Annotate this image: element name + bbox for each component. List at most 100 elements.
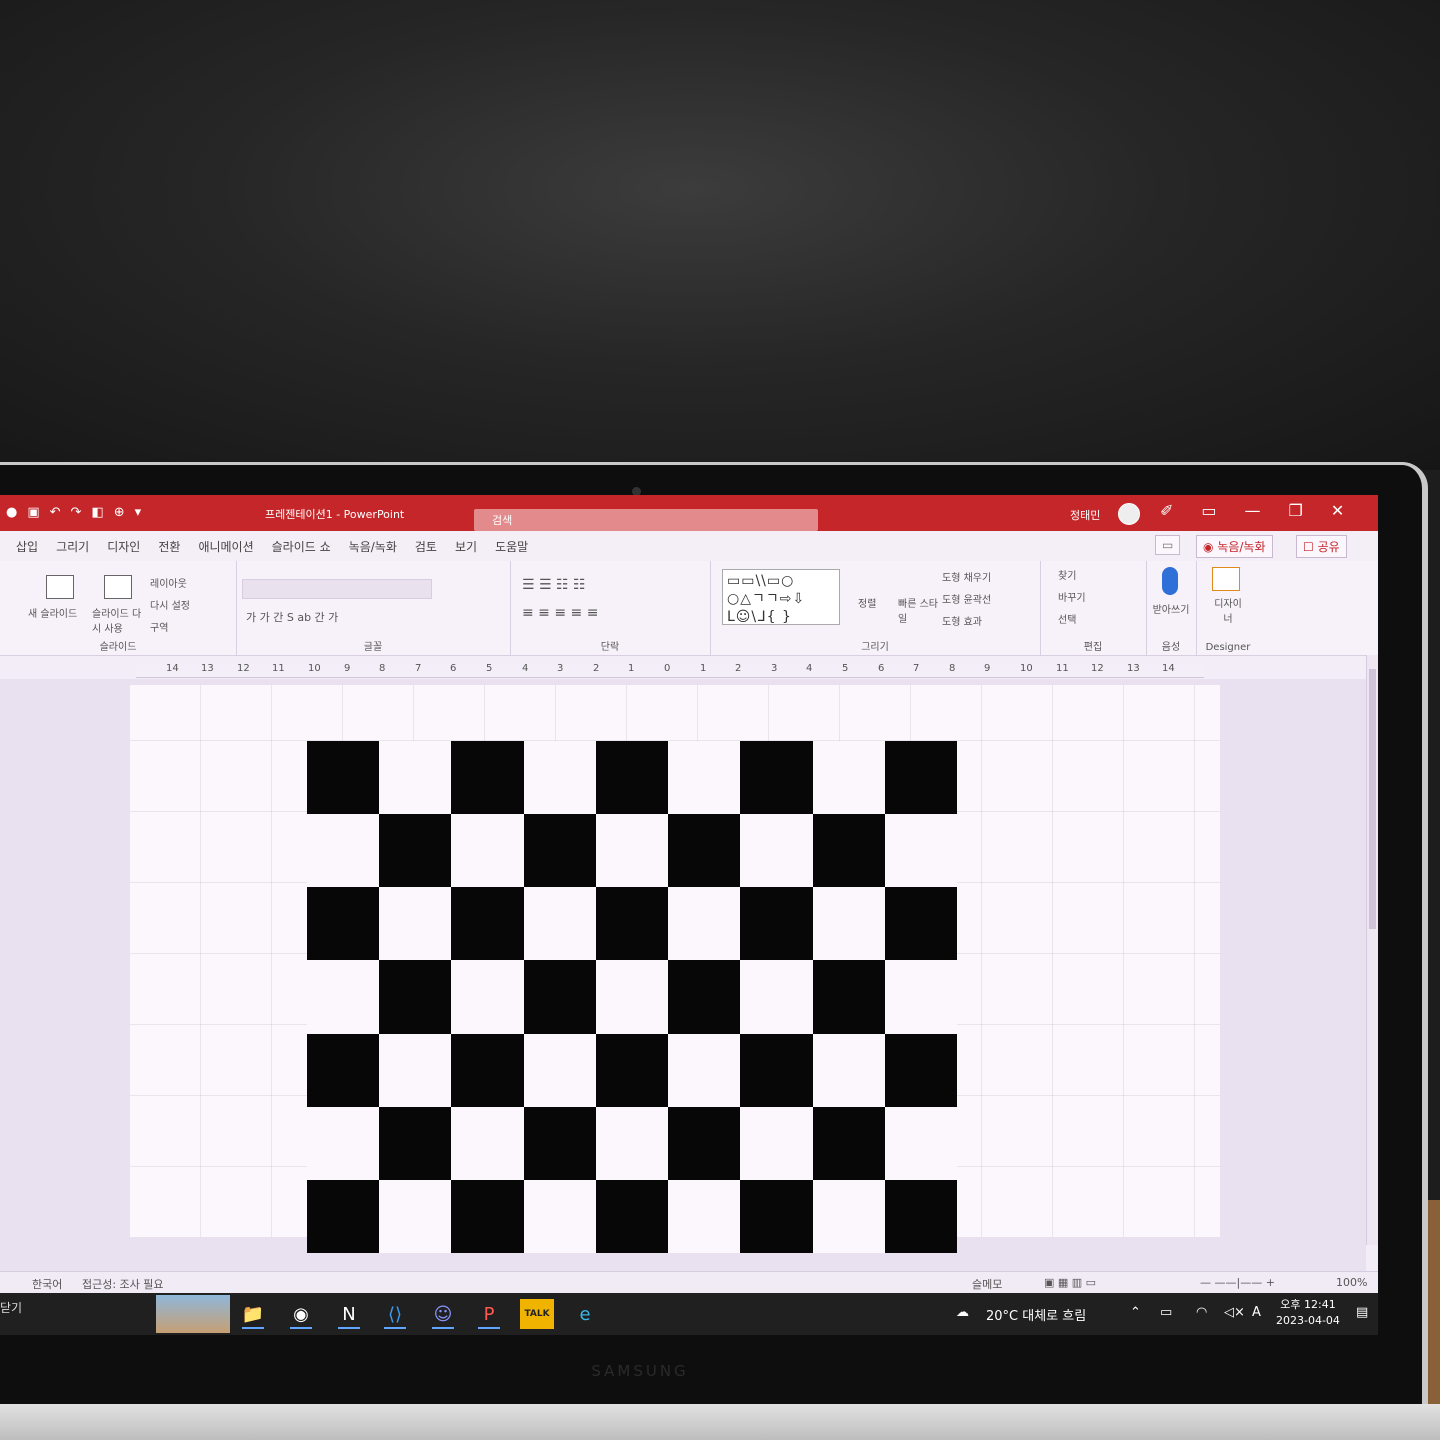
avatar[interactable] [1118,503,1140,525]
file-explorer-icon[interactable]: 📁 [236,1299,270,1329]
presentation-icon[interactable]: ◧ [91,505,103,521]
design-ideas-button[interactable]: 디자이너 [1210,595,1246,625]
edge-icon[interactable]: e [568,1299,602,1329]
vertical-scrollbar[interactable] [1366,655,1378,1245]
font-group-label: 글꼴 [363,642,383,653]
close-button[interactable]: ✕ [1331,501,1344,520]
tray-chevron-icon[interactable]: ⌃ [1130,1305,1141,1320]
status-bar: 한국어 접근성: 조사 필요 슬메모 ▣ ▦ ▥ ▭ — ——|—— + 100… [0,1271,1378,1294]
wifi-icon[interactable]: ◠ [1196,1305,1207,1320]
title-bar: ● ▣ ↶ ↷ ◧ ⊕ ▾ 프레젠테이션1 - PowerPoint 검색 정태… [0,495,1378,531]
designer-icon[interactable] [1212,567,1240,591]
save-icon[interactable]: ▣ [27,505,39,521]
restore-button[interactable]: ❐ [1289,501,1303,520]
shapes-row-2: ○△ㄱㄱ⇨⇩ [727,591,806,607]
board-square-dark [307,1179,380,1253]
redo-icon[interactable]: ↷ [71,505,82,521]
widget-thumbnail[interactable] [156,1295,230,1333]
tab-record[interactable]: 녹음/녹화 [349,538,397,555]
horizontal-ruler: 14 13 12 11 10 9 8 7 6 5 4 3 2 1 0 1 2 3 4 5 6 7 8 9 10 11 12 13 14 [136,663,1204,678]
reuse-slide-button[interactable]: 슬라이드 다시 사용 [92,605,148,635]
search-input[interactable]: 검색 [474,509,818,531]
ruler-tick: 10 [308,663,321,674]
volume-icon[interactable]: ◁× [1224,1305,1245,1320]
tab-slideshow[interactable]: 슬라이드 쇼 [272,538,331,555]
user-name[interactable]: 정태민 [1070,507,1100,523]
clock[interactable]: 오후 12:41 2023-04-04 [1276,1297,1340,1329]
ribbon-display-icon[interactable]: ▭ [1201,501,1216,520]
ime-indicator-icon[interactable]: A [1252,1305,1261,1320]
board-square-dark [451,1179,524,1253]
board-square-light [307,1106,380,1180]
share-button[interactable]: ☐ 공유 [1296,535,1347,558]
kakaotalk-icon[interactable]: TALK [520,1299,554,1329]
board-square-light [812,1179,885,1253]
screen: ● ▣ ↶ ↷ ◧ ⊕ ▾ 프레젠테이션1 - PowerPoint 검색 정태… [0,495,1378,1335]
powerpoint-icon[interactable]: P [472,1299,506,1329]
list-buttons-icon[interactable]: ☰ ☰ ☷ ☷ [522,577,586,593]
zoom-slider[interactable]: — ——|—— + [1200,1276,1275,1289]
ruler-tick: 4 [806,663,813,674]
laptop-brand: SAMSUNG [591,1362,689,1380]
font-format-buttons[interactable]: 가 가 간 S ab 간 가 [246,609,338,625]
customize-icon[interactable]: ▾ [135,505,142,521]
discord-icon[interactable]: ☺ [426,1299,460,1329]
record-button[interactable]: ◉ 녹음/녹화 [1196,535,1273,558]
section-button[interactable]: 구역 [150,619,168,634]
ruler-tick: 8 [949,663,956,674]
shapes-gallery[interactable]: ▭▭\\▭○ ○△ㄱㄱ⇨⇩ ᒪ☺\ᒧ{ } [722,569,840,625]
board-square-light [595,1106,669,1180]
ruler-tick: 1 [700,663,707,674]
accessibility-indicator[interactable]: 접근성: 조사 필요 [82,1276,164,1292]
ruler-tick: 6 [450,663,457,674]
new-slide-icon[interactable] [46,575,74,599]
dictate-button[interactable]: 받아쓰기 [1150,601,1192,616]
checkerboard[interactable] [307,741,957,1253]
reuse-slide-icon[interactable] [104,575,132,599]
tab-insert[interactable]: 삽입 [16,538,38,555]
pen-icon[interactable]: ✐ [1160,501,1173,520]
notes-button[interactable]: 슬메모 [972,1276,1002,1292]
tab-design[interactable]: 디자인 [107,538,140,555]
board-square-light [451,960,524,1034]
tab-help[interactable]: 도움말 [495,538,528,555]
find-button[interactable]: 찾기 [1058,567,1076,582]
weather-widget[interactable]: 20°C 대체로 흐림 [986,1305,1086,1324]
align-buttons-icon[interactable]: ≡ ≡ ≡ ≡ ≡ [522,605,598,621]
board-square-light [884,814,957,888]
format-icon[interactable]: ⊕ [114,505,125,521]
notification-icon[interactable]: ▤ [1356,1305,1368,1320]
language-indicator[interactable]: 한국어 [32,1276,62,1292]
tab-animations[interactable]: 애니메이션 [198,538,253,555]
comments-button[interactable]: ▭ [1155,535,1181,555]
record-icon[interactable]: ● [6,505,17,521]
scrollbar-thumb[interactable] [1369,669,1376,929]
board-square-light [379,741,452,815]
shape-outline-button[interactable]: 도형 윤곽선 [942,591,991,606]
reset-button[interactable]: 다시 설정 [150,597,190,612]
layout-button[interactable]: 레이아웃 [150,575,187,590]
board-square-light [812,887,885,961]
battery-icon[interactable]: ▭ [1160,1305,1172,1320]
replace-button[interactable]: 바꾸기 [1058,589,1086,604]
shape-effects-button[interactable]: 도형 효과 [942,613,982,628]
tab-view[interactable]: 보기 [455,538,477,555]
shape-fill-button[interactable]: 도형 채우기 [942,569,991,584]
tab-transitions[interactable]: 전환 [158,538,180,555]
select-button[interactable]: 선택 [1058,611,1076,626]
zoom-level[interactable]: 100% [1336,1276,1367,1289]
minimize-button[interactable]: — [1245,501,1261,520]
quick-styles-button[interactable]: 빠른 스타일 [898,595,938,625]
tab-draw[interactable]: 그리기 [56,538,89,555]
font-name-select[interactable] [242,579,432,599]
microphone-icon[interactable] [1162,567,1178,595]
notion-icon[interactable]: N [332,1299,366,1329]
view-buttons[interactable]: ▣ ▦ ▥ ▭ [1044,1276,1096,1289]
new-slide-button[interactable]: 새 슬라이드 [28,605,77,620]
chrome-icon[interactable]: ◉ [284,1299,318,1329]
weather-icon[interactable]: ☁ [956,1305,969,1320]
tab-review[interactable]: 검토 [415,538,437,555]
arrange-button[interactable]: 정렬 [858,595,876,610]
undo-icon[interactable]: ↶ [50,505,61,521]
vscode-icon[interactable]: ⟨⟩ [378,1299,412,1329]
